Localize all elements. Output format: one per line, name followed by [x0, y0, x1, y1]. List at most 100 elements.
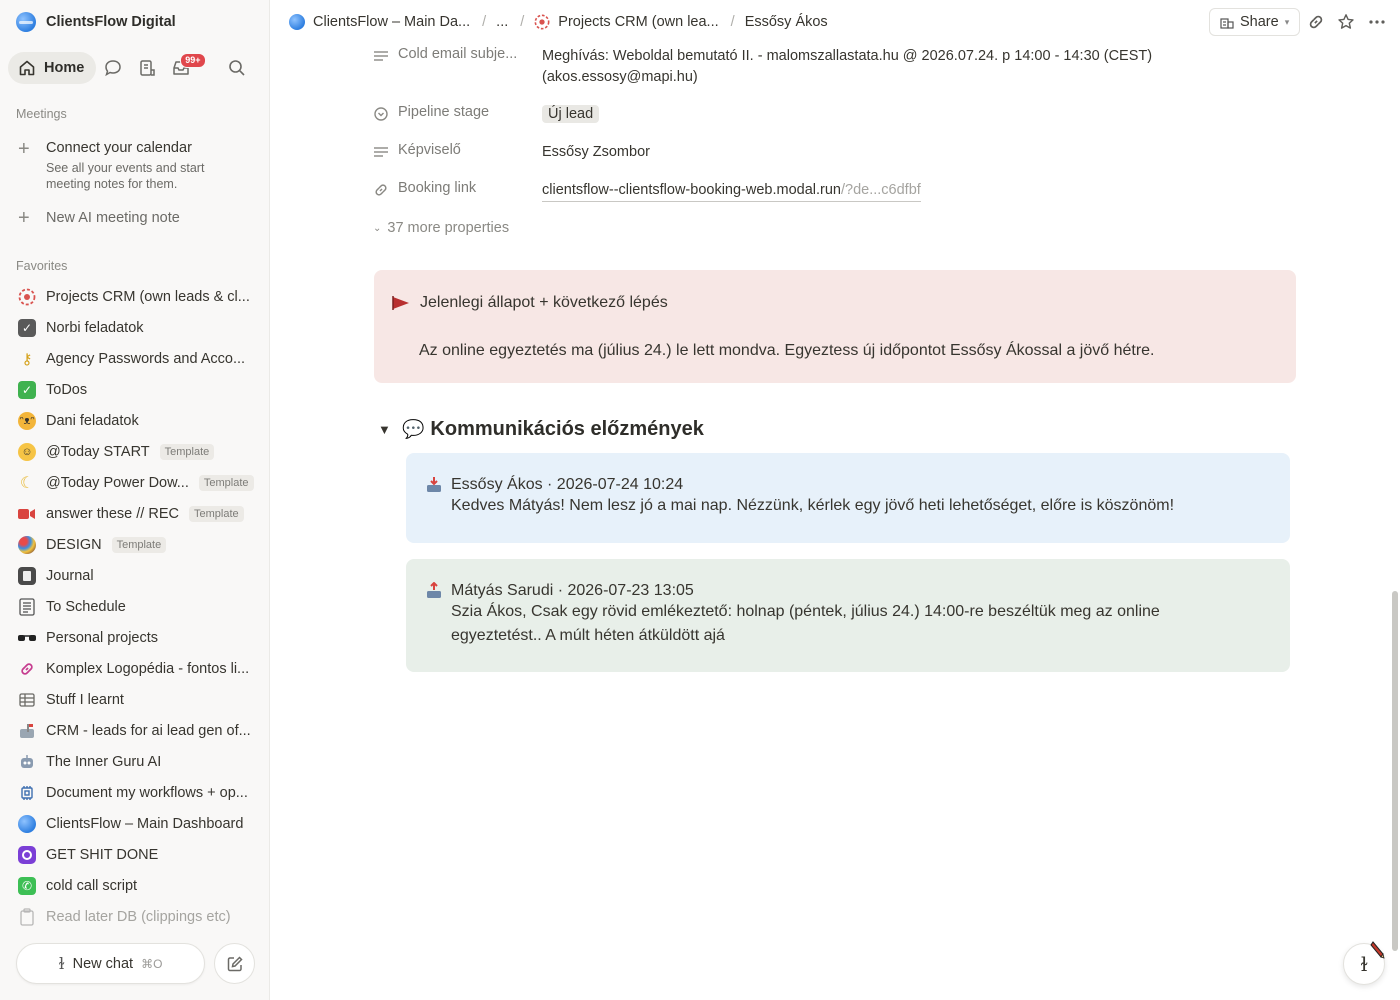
- sidebar-item-today-start[interactable]: ☺ @Today START Template: [8, 436, 262, 467]
- new-chat-label: New chat: [72, 955, 134, 972]
- property-label: Booking link: [398, 180, 477, 196]
- sidebar-item-projects-crm[interactable]: Projects CRM (own leads & cl...: [8, 281, 262, 312]
- new-ai-meeting-note-label: New AI meeting note: [46, 210, 180, 226]
- breadcrumb-item-dashboard[interactable]: ClientsFlow – Main Da...: [289, 14, 470, 30]
- breadcrumb-item-projects-crm[interactable]: Projects CRM (own lea...: [534, 14, 719, 30]
- globe-icon: [289, 14, 305, 30]
- smile-icon: ☺: [18, 442, 36, 461]
- message-body: Szia Ákos, Csak egy rövid emlékeztető: h…: [451, 603, 1160, 644]
- sidebar-item-read-later[interactable]: Read later DB (clippings etc): [8, 901, 262, 932]
- sidebar-top-nav: Home 99+: [8, 52, 254, 84]
- property-label: Képviselő: [398, 142, 461, 158]
- sidebar-item-get-shit-done[interactable]: GET SHIT DONE: [8, 839, 262, 870]
- new-page-button[interactable]: [214, 943, 255, 984]
- message-header-text: Mátyás Sarudi · 2026-07-23 13:05: [451, 581, 694, 599]
- share-button[interactable]: Share ▾: [1209, 8, 1301, 36]
- favorites-section-label: Favorites: [16, 259, 68, 273]
- breadcrumb-ellipsis[interactable]: ...: [496, 14, 508, 30]
- list-icon: [18, 597, 36, 616]
- sunglasses-icon: [18, 629, 36, 647]
- scrollbar-thumb[interactable]: [1392, 591, 1398, 951]
- sidebar-item-cold-call-script[interactable]: ✆ cold call script: [8, 870, 262, 901]
- property-kepviselo[interactable]: Képviselő Essősy Zsombor: [373, 142, 650, 163]
- sidebar-item-todos[interactable]: ✓ ToDos: [8, 374, 262, 405]
- sidebar-item-norbi[interactable]: ✓ Norbi feladatok: [8, 312, 262, 343]
- sidebar-item-today-power-down[interactable]: ☾ @Today Power Dow... Template: [8, 467, 262, 498]
- sidebar-item-komplex-logopedia[interactable]: Komplex Logopédia - fontos li...: [8, 653, 262, 684]
- workspace-name: ClientsFlow Digital: [46, 14, 176, 30]
- booking-link[interactable]: clientsflow--clientsflow-booking-web.mod…: [542, 180, 921, 202]
- sidebar-item-dani[interactable]: ᵔᴥᵔ Dani feladatok: [8, 405, 262, 436]
- home-label: Home: [44, 60, 85, 76]
- status-icon: [374, 107, 388, 121]
- green-check-icon: ✓: [18, 380, 36, 399]
- property-cold-email-subject[interactable]: Cold email subje... Meghívás: Weboldal b…: [373, 46, 1152, 88]
- chip-icon: [18, 784, 36, 802]
- inbox-icon[interactable]: 99+: [164, 52, 206, 84]
- search-icon[interactable]: [220, 52, 254, 84]
- outbox-tray-icon: [424, 581, 443, 600]
- toggle-triangle-icon[interactable]: ▼: [378, 422, 394, 437]
- message-header-text: Essősy Ákos · 2026-07-24 10:24: [451, 475, 684, 493]
- copy-link-icon[interactable]: [1305, 11, 1327, 33]
- sidebar-item-personal-projects[interactable]: Personal projects: [8, 622, 262, 653]
- sidebar-item-stuff-i-learnt[interactable]: Stuff I learnt: [8, 684, 262, 715]
- more-properties-toggle[interactable]: ⌄ 37 more properties: [373, 220, 509, 236]
- property-value[interactable]: Meghívás: Weboldal bemutató II. - maloms…: [542, 46, 1152, 88]
- mailbox-icon: [18, 722, 36, 740]
- red-flag-icon: [392, 296, 409, 310]
- sidebar-item-document-workflows[interactable]: Document my workflows + op...: [8, 777, 262, 808]
- message-header: Essősy Ákos · 2026-07-24 10:24: [424, 475, 1272, 494]
- sidebar-item-crm-leads[interactable]: CRM - leads for ai lead gen of...: [8, 715, 262, 746]
- chat-bubble-icon[interactable]: [96, 52, 130, 84]
- target-icon: [18, 288, 36, 306]
- ai-assistant-button[interactable]: ɫ: [1343, 941, 1385, 985]
- property-booking-link[interactable]: Booking link clientsflow--clientsflow-bo…: [373, 180, 921, 202]
- chevron-down-icon: ▾: [1284, 16, 1290, 27]
- target-icon: [534, 14, 550, 30]
- new-chat-button[interactable]: ɫ New chat ⌘O: [16, 943, 205, 984]
- chevron-down-icon: ⌄: [373, 222, 382, 234]
- callout-block[interactable]: Jelenlegi állapot + következő lépés Az o…: [374, 270, 1296, 383]
- more-properties-label: 37 more properties: [387, 220, 510, 236]
- sidebar-item-journal[interactable]: Journal: [8, 560, 262, 591]
- breadcrumb-current-page[interactable]: Essősy Ákos: [745, 14, 828, 30]
- home-button[interactable]: Home: [8, 52, 97, 84]
- share-label: Share: [1240, 14, 1279, 30]
- ai-pen-icon: ɫ: [58, 954, 65, 973]
- property-value-line2: (akos.essosy@mapi.hu): [542, 69, 698, 85]
- toggle-heading-communications[interactable]: ▼ 💬 Kommunikációs előzmények: [378, 418, 704, 441]
- message-card[interactable]: Essősy Ákos · 2026-07-24 10:24 Kedves Má…: [406, 453, 1290, 543]
- workspace-switcher[interactable]: ClientsFlow Digital: [16, 11, 176, 33]
- inbox-tray-icon: [424, 475, 443, 494]
- toggle-heading-text: Kommunikációs előzmények: [430, 418, 704, 440]
- booking-link-faded: /?de...c6dfbf: [841, 182, 921, 198]
- property-value[interactable]: Essősy Zsombor: [542, 142, 650, 163]
- moon-icon: ☾: [19, 474, 35, 492]
- more-options-icon[interactable]: [1366, 11, 1388, 33]
- star-icon[interactable]: [1335, 11, 1357, 33]
- callout-title: Jelenlegi állapot + következő lépés: [392, 294, 668, 312]
- breadcrumb-separator: /: [520, 14, 525, 30]
- sidebar-item-design[interactable]: DESIGN Template: [8, 529, 262, 560]
- ai-face-icon: ɫ: [1360, 952, 1368, 976]
- plus-icon: +: [18, 207, 30, 229]
- meetings-section-label: Meetings: [16, 107, 67, 121]
- new-ai-meeting-note[interactable]: + New AI meeting note: [18, 207, 180, 229]
- link-icon: [18, 660, 36, 678]
- property-pipeline-stage[interactable]: Pipeline stage Új lead: [373, 104, 600, 125]
- connect-calendar-item[interactable]: + Connect your calendar See all your eve…: [18, 139, 226, 192]
- phone-icon: ✆: [18, 876, 36, 895]
- sidebar-item-clientsflow-dashboard[interactable]: ClientsFlow – Main Dashboard: [8, 808, 262, 839]
- meeting-notes-icon[interactable]: [130, 52, 164, 84]
- sidebar-item-answer-these[interactable]: answer these // REC Template: [8, 498, 262, 529]
- message-header: Mátyás Sarudi · 2026-07-23 13:05: [424, 581, 1272, 600]
- sidebar-item-to-schedule[interactable]: To Schedule: [8, 591, 262, 622]
- sidebar-item-passwords[interactable]: ⚷ Agency Passwords and Acco...: [8, 343, 262, 374]
- message-card[interactable]: Mátyás Sarudi · 2026-07-23 13:05 Szia Ák…: [406, 559, 1290, 672]
- video-camera-icon: [18, 505, 36, 523]
- inbox-badge: 99+: [180, 53, 206, 68]
- pipeline-stage-pill[interactable]: Új lead: [542, 105, 600, 123]
- sidebar-item-inner-guru[interactable]: The Inner Guru AI: [8, 746, 262, 777]
- globe-icon: [18, 814, 36, 833]
